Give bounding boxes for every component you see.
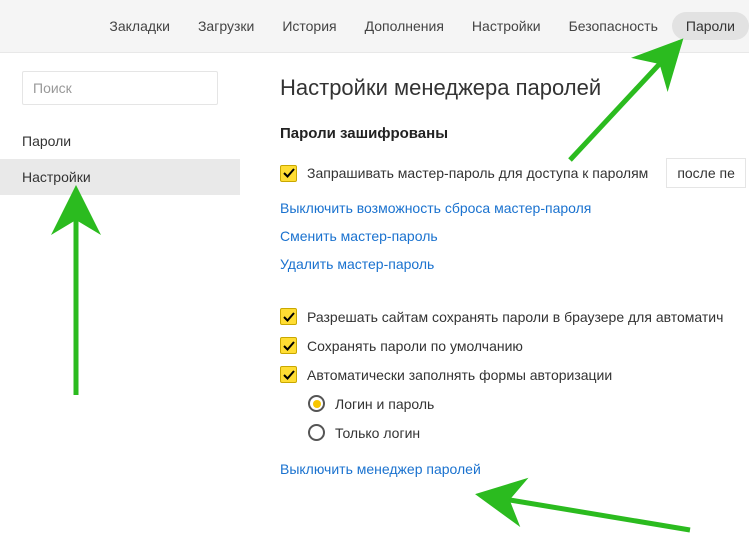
search-input[interactable]: Поиск bbox=[22, 71, 218, 105]
page-title: Настройки менеджера паролей bbox=[280, 75, 749, 101]
master-password-label: Запрашивать мастер-пароль для доступа к … bbox=[307, 165, 648, 181]
sidebar-item-passwords[interactable]: Пароли bbox=[0, 123, 240, 159]
tab-downloads[interactable]: Загрузки bbox=[184, 12, 268, 40]
checkbox-master-password[interactable] bbox=[280, 165, 297, 182]
link-disable-master-reset[interactable]: Выключить возможность сброса мастер-паро… bbox=[280, 200, 591, 216]
autofill-label: Автоматически заполнять формы авторизаци… bbox=[307, 367, 612, 383]
tab-security[interactable]: Безопасность bbox=[555, 12, 672, 40]
link-change-master[interactable]: Сменить мастер-пароль bbox=[280, 228, 438, 244]
radio-login-password[interactable] bbox=[308, 395, 325, 412]
checkbox-allow-save[interactable] bbox=[280, 308, 297, 325]
radio-login-only-label: Только логин bbox=[335, 425, 420, 441]
tab-history[interactable]: История bbox=[268, 12, 350, 40]
section-encrypted-title: Пароли зашифрованы bbox=[280, 125, 749, 142]
link-delete-master[interactable]: Удалить мастер-пароль bbox=[280, 256, 434, 272]
top-tabs: Закладки Загрузки История Дополнения Нас… bbox=[0, 0, 749, 53]
checkbox-autofill[interactable] bbox=[280, 366, 297, 383]
tab-addons[interactable]: Дополнения bbox=[351, 12, 458, 40]
radio-login-only[interactable] bbox=[308, 424, 325, 441]
check-icon bbox=[283, 311, 295, 323]
sidebar: Поиск Пароли Настройки bbox=[0, 53, 240, 542]
check-icon bbox=[283, 167, 295, 179]
master-password-timing-dropdown[interactable]: после пе bbox=[666, 158, 746, 188]
link-disable-manager[interactable]: Выключить менеджер паролей bbox=[280, 461, 481, 477]
sidebar-item-settings[interactable]: Настройки bbox=[0, 159, 240, 195]
tab-passwords[interactable]: Пароли bbox=[672, 12, 749, 40]
tab-settings[interactable]: Настройки bbox=[458, 12, 555, 40]
allow-save-label: Разрешать сайтам сохранять пароли в брау… bbox=[307, 309, 723, 325]
check-icon bbox=[283, 369, 295, 381]
main-content: Настройки менеджера паролей Пароли зашиф… bbox=[240, 53, 749, 542]
tab-bookmarks[interactable]: Закладки bbox=[95, 12, 184, 40]
checkbox-save-default[interactable] bbox=[280, 337, 297, 354]
check-icon bbox=[283, 340, 295, 352]
radio-login-password-label: Логин и пароль bbox=[335, 396, 434, 412]
save-default-label: Сохранять пароли по умолчанию bbox=[307, 338, 523, 354]
